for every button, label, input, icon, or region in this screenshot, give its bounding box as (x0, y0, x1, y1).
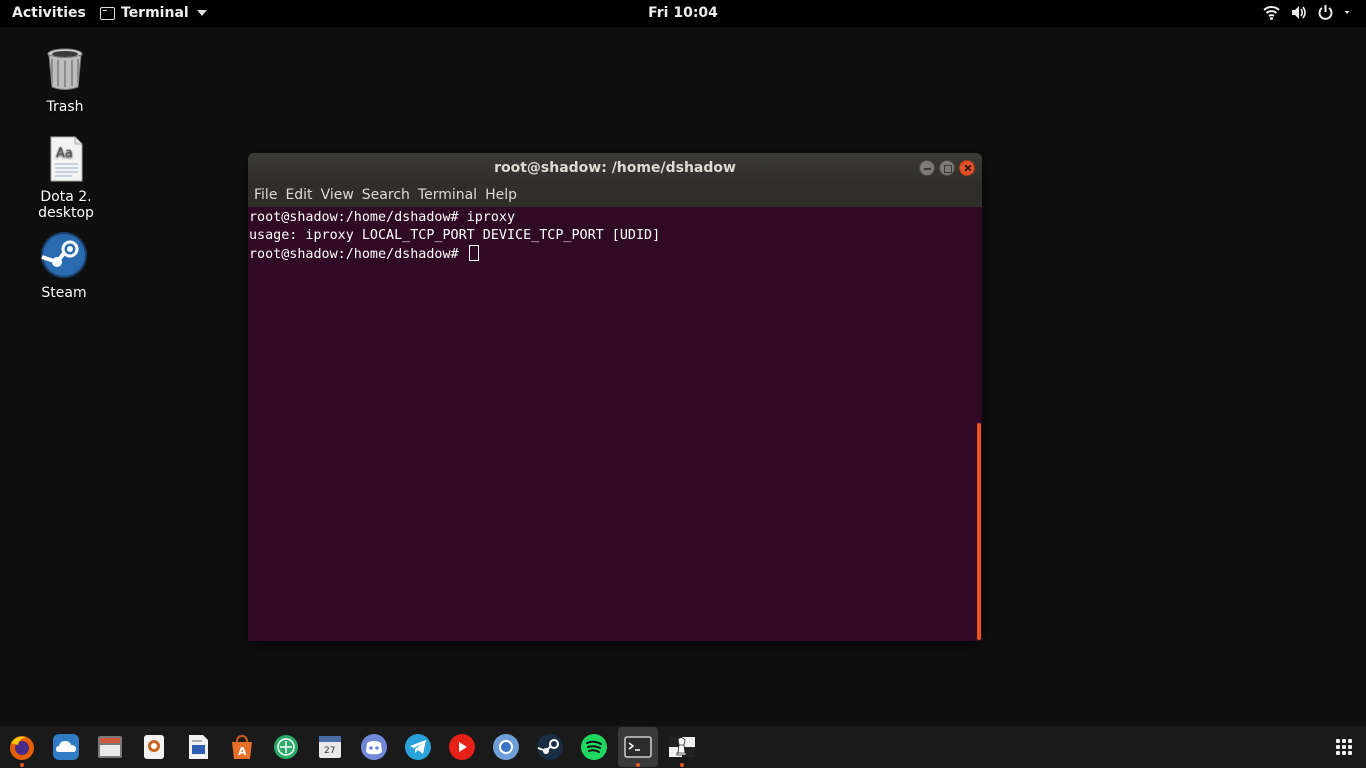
svg-text:27: 27 (324, 746, 335, 756)
desktop-icon-label: Steam (41, 285, 87, 301)
telegram-icon[interactable] (404, 733, 432, 761)
software-center-icon[interactable]: A (228, 733, 256, 761)
system-tray[interactable] (1263, 4, 1354, 21)
minimize-button[interactable] (919, 160, 935, 176)
firefox-icon[interactable] (8, 733, 36, 761)
spotify-icon[interactable] (580, 733, 608, 761)
trello-icon[interactable] (272, 733, 300, 761)
cloud-icon[interactable] (52, 733, 80, 761)
chevron-down-icon (1344, 11, 1350, 14)
caret-down-icon (196, 10, 207, 16)
volume-icon (1292, 6, 1306, 19)
app-menu-label: Terminal (121, 5, 189, 21)
terminal-output[interactable]: root@shadow:/home/dshadow# iproxy usage:… (248, 207, 982, 641)
menu-terminal[interactable]: Terminal (418, 187, 484, 203)
terminal-prompt: root@shadow:/home/dshadow# (249, 247, 467, 262)
app-menu[interactable]: Terminal (100, 5, 207, 21)
window-titlebar[interactable]: root@shadow: /home/dshadow (248, 153, 982, 183)
desktop-icon-dota2[interactable]: Aa Dota 2. desktop (21, 135, 111, 221)
dock: A 27 (0, 726, 1366, 768)
window-title: root@shadow: /home/dshadow (494, 160, 736, 176)
files-icon[interactable] (96, 733, 124, 761)
menu-search[interactable]: Search (362, 187, 417, 203)
chromium-icon[interactable] (492, 733, 520, 761)
wifi-icon (1263, 6, 1280, 20)
terminal-line: root@shadow:/home/dshadow# iproxy (249, 210, 516, 225)
text-editor-icon[interactable] (184, 733, 212, 761)
terminal-line: usage: iproxy LOCAL_TCP_PORT DEVICE_TCP_… (249, 228, 661, 243)
steam-icon (41, 232, 87, 278)
desktop-icon-label-line2: desktop (38, 205, 94, 221)
running-indicator (680, 763, 684, 767)
terminal-window[interactable]: root@shadow: /home/dshadow File Edit Vie… (248, 153, 982, 641)
desktop-icon-label: Trash (46, 99, 84, 115)
power-icon (1318, 5, 1333, 20)
running-indicator (20, 763, 24, 767)
discord-icon[interactable] (360, 733, 388, 761)
scrollbar[interactable] (977, 423, 981, 640)
close-button[interactable] (959, 160, 975, 176)
dock-terminal[interactable] (618, 727, 658, 767)
desktop-icon-trash[interactable]: Trash (20, 45, 110, 115)
desktop-file-icon: Aa (50, 136, 83, 182)
running-indicator (636, 763, 640, 767)
menu-file[interactable]: File (254, 187, 284, 203)
menu-view[interactable]: View (321, 187, 361, 203)
maximize-button[interactable] (939, 160, 955, 176)
trash-icon (47, 48, 83, 90)
vpn-icon[interactable] (140, 733, 168, 761)
desktop-icon-label-line1: Dota 2. (40, 189, 92, 205)
chess-icon[interactable] (668, 733, 696, 761)
terminal-prompt-line: root@shadow:/home/dshadow# (249, 245, 981, 263)
top-bar: Activities Terminal Fri 10:04 (0, 0, 1366, 27)
activities-button[interactable]: Activities (12, 5, 86, 21)
desktop-icon-steam[interactable]: Steam (19, 231, 109, 301)
text-cursor (468, 245, 479, 261)
clock[interactable]: Fri 10:04 (648, 5, 718, 21)
menu-bar: File Edit View Search Terminal Help (248, 183, 982, 207)
youtube-icon[interactable] (448, 733, 476, 761)
apps-grid-icon[interactable] (1336, 739, 1352, 755)
terminal-icon (100, 6, 115, 20)
menu-edit[interactable]: Edit (285, 187, 319, 203)
menu-help[interactable]: Help (485, 187, 524, 203)
svg-text:Aa: Aa (56, 146, 73, 161)
svg-text:A: A (238, 745, 247, 758)
steam-icon[interactable] (536, 733, 564, 761)
calendar-icon[interactable]: 27 (316, 733, 344, 761)
terminal-icon (624, 736, 652, 758)
